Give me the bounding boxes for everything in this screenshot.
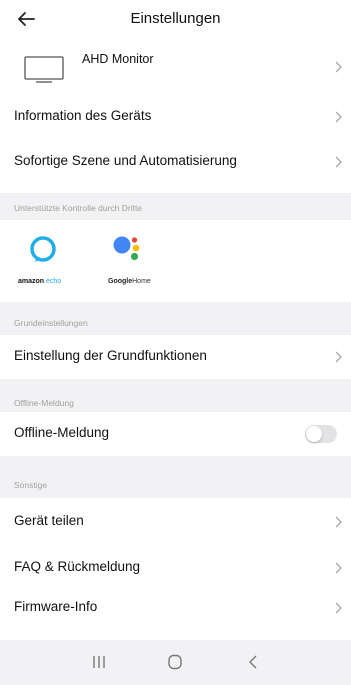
chevron-right-icon <box>335 351 342 363</box>
offline-card: Offline-Meldung <box>0 412 351 456</box>
system-navigation-bar <box>0 640 351 685</box>
chevron-right-icon <box>335 516 342 528</box>
chevron-right-icon <box>335 156 342 168</box>
other-section-label: Sonstige <box>14 480 48 490</box>
device-info-row[interactable]: Information des Geräts <box>0 95 351 139</box>
scene-automation-row[interactable]: Sofortige Szene und Automatisierung <box>0 140 351 184</box>
share-device-row[interactable]: Gerät teilen <box>0 500 351 544</box>
basic-functions-label: Einstellung der Grundfunktionen <box>14 348 207 363</box>
other-card: Gerät teilen FAQ & Rückmeldung Firmware-… <box>0 498 351 640</box>
faq-feedback-label: FAQ & Rückmeldung <box>14 559 141 574</box>
chevron-right-icon <box>335 61 342 73</box>
google-brand: Google <box>108 278 133 285</box>
recent-apps-icon[interactable] <box>89 652 109 672</box>
google-home-text: GoogleHome <box>108 278 151 285</box>
home-product: Home <box>132 278 151 285</box>
home-icon[interactable] <box>165 652 185 672</box>
scene-automation-label: Sofortige Szene und Automatisierung <box>14 153 237 168</box>
basic-settings-card: Einstellung der Grundfunktionen <box>0 335 351 379</box>
toggle-knob <box>306 426 322 442</box>
page-title: Einstellungen <box>130 10 221 27</box>
google-assistant-dots-icon <box>113 236 140 261</box>
chevron-right-icon <box>335 111 342 123</box>
basic-functions-row[interactable]: Einstellung der Grundfunktionen <box>0 335 351 379</box>
offline-section-label: Offline-Meldung <box>14 398 74 408</box>
device-info-label: Information des Geräts <box>14 108 152 123</box>
third-party-card: amazon echo GoogleHome <box>0 220 351 302</box>
header: Einstellungen <box>0 0 351 38</box>
chevron-right-icon <box>335 562 342 574</box>
google-home-logo[interactable]: GoogleHome <box>98 228 158 290</box>
third-party-section-label: Unterstützte Kontrolle durch Dritte <box>14 203 143 213</box>
amazon-echo-logo[interactable]: amazon echo <box>14 228 74 290</box>
offline-notification-toggle[interactable] <box>305 425 337 443</box>
echo-product: echo <box>46 278 62 285</box>
offline-notification-label: Offline-Meldung <box>14 425 110 440</box>
firmware-info-label: Firmware-Info <box>14 599 98 614</box>
share-device-label: Gerät teilen <box>14 513 84 528</box>
back-icon[interactable] <box>243 652 263 672</box>
faq-feedback-row[interactable]: FAQ & Rückmeldung <box>0 546 351 590</box>
amazon-echo-text: amazon echo <box>18 278 61 285</box>
device-name: AHD Monitor <box>82 52 154 66</box>
chevron-right-icon <box>335 602 342 614</box>
basic-settings-section-label: Grundeinstellungen <box>14 318 88 328</box>
alexa-ring-icon <box>30 236 56 262</box>
firmware-info-row[interactable]: Firmware-Info <box>0 586 351 630</box>
amazon-brand: amazon <box>18 278 45 285</box>
offline-notification-row: Offline-Meldung <box>0 412 351 456</box>
monitor-icon <box>24 56 64 83</box>
